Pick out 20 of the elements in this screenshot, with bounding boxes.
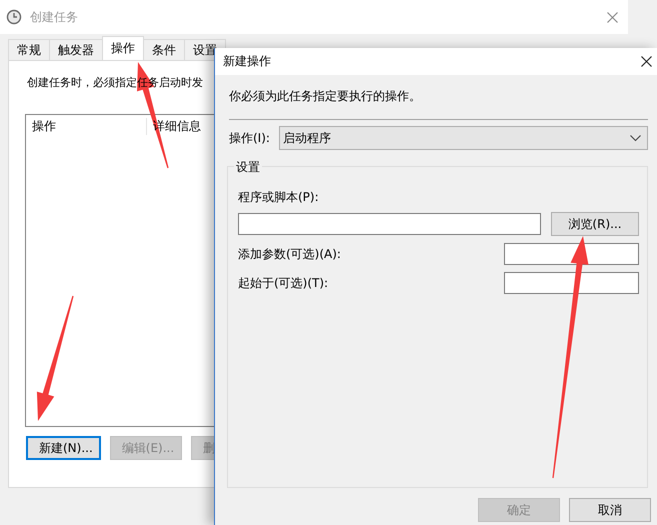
program-input-field[interactable] [238,213,541,235]
dialog-title: 新建操作 [223,53,271,70]
action-button[interactable]: 新建(N)... [26,436,101,460]
field-label: 程序或脚本(P): [238,190,319,204]
field-label: 添加参数(可选)(A): [238,246,341,262]
field-label: 起始于(可选)(T): [238,274,328,292]
action-dropdown[interactable]: 启动程序 [279,126,648,150]
close-icon[interactable] [641,56,652,67]
window-title: 创建任务 [30,8,78,26]
dialog-button[interactable]: 取消 [569,498,651,522]
tab[interactable]: 常规 [8,39,50,60]
instruction-text: 你必须为此任务指定要执行的操作。 [229,88,422,105]
chevron-down-icon [630,134,641,142]
browse-button[interactable]: 浏览(R)... [551,212,639,236]
clock-icon [6,9,22,25]
column-header[interactable]: 操作 [26,118,147,134]
input-field[interactable] [504,272,639,294]
input-field[interactable] [504,243,639,265]
action-label: 操作(I): [229,130,271,146]
tab[interactable]: 操作 [102,36,144,60]
